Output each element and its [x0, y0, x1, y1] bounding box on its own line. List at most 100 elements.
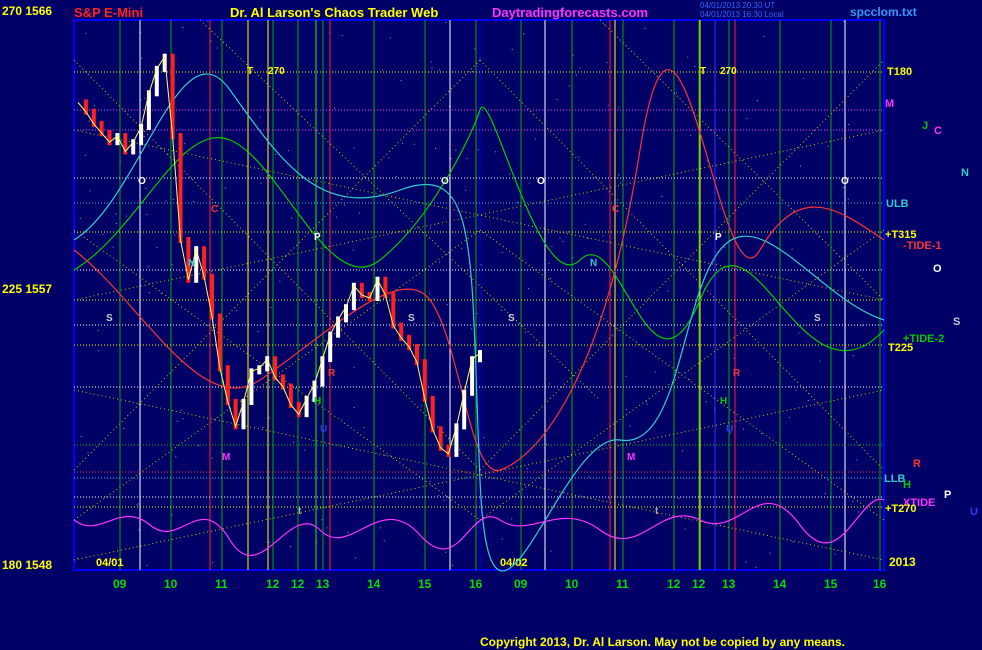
- right-label-n: N: [961, 167, 969, 179]
- price-bar: [454, 423, 459, 457]
- star-dot: [212, 562, 213, 564]
- star-dot: [381, 69, 383, 71]
- star-dot: [803, 77, 805, 79]
- right-label-t180: T180: [887, 66, 912, 78]
- star-dot: [535, 138, 537, 140]
- star-dot: [115, 213, 117, 215]
- x-tick-label: 10: [565, 577, 579, 591]
- star-dot: [559, 237, 561, 239]
- star-dot: [149, 292, 150, 294]
- star-dot: [354, 557, 356, 559]
- star-dot: [145, 187, 147, 189]
- right-label-t225: T225: [888, 342, 913, 354]
- star-dot: [807, 400, 809, 401]
- star-dot: [93, 104, 95, 106]
- star-dot: [87, 452, 89, 454]
- star-dot: [466, 157, 468, 159]
- star-dot: [431, 67, 433, 69]
- chart-marker-label: P: [715, 232, 722, 243]
- star-dot: [270, 307, 272, 309]
- star-dot: [165, 200, 167, 202]
- price-bar: [430, 395, 435, 433]
- star-dot: [79, 217, 81, 219]
- star-dot: [793, 209, 795, 211]
- star-dot: [572, 54, 574, 56]
- y-label-bottom: 180 1548: [2, 558, 53, 572]
- star-dot: [556, 98, 558, 100]
- right-label-s: S: [953, 316, 960, 328]
- star-dot: [435, 147, 436, 149]
- star-dot: [174, 234, 176, 236]
- star-dot: [526, 468, 528, 470]
- star-dot: [694, 66, 696, 67]
- star-dot: [483, 437, 485, 439]
- price-bar: [225, 365, 230, 405]
- star-dot: [689, 134, 691, 136]
- star-dot: [443, 499, 445, 501]
- star-dot: [471, 328, 473, 330]
- star-dot: [606, 62, 608, 64]
- star-dot: [791, 248, 793, 250]
- x-tick-label: 11: [215, 577, 228, 591]
- star-dot: [125, 215, 127, 217]
- star-dot: [578, 156, 580, 158]
- star-dot: [745, 561, 747, 563]
- chart-marker-label: U: [320, 424, 327, 435]
- star-dot: [143, 135, 145, 137]
- star-dot: [579, 67, 581, 69]
- star-dot: [524, 331, 526, 333]
- star-dot: [511, 518, 513, 520]
- chart-marker-label: t: [298, 506, 302, 517]
- star-dot: [184, 143, 186, 145]
- star-dot: [327, 469, 328, 471]
- star-dot: [824, 493, 826, 495]
- price-bar: [446, 444, 451, 457]
- star-dot: [743, 428, 745, 430]
- star-dot: [477, 149, 479, 151]
- chart-marker-label: S: [106, 313, 113, 324]
- star-dot: [88, 120, 90, 122]
- star-dot: [461, 248, 463, 250]
- star-dot: [719, 207, 721, 209]
- site-author-title: Dr. Al Larson's Chaos Trader Web: [230, 5, 439, 20]
- star-dot: [138, 529, 140, 531]
- star-dot: [287, 150, 289, 152]
- price-bar: [210, 273, 214, 320]
- star-dot: [517, 201, 519, 203]
- price-bar: [478, 350, 482, 363]
- price-bar: [233, 398, 238, 430]
- star-dot: [97, 350, 99, 352]
- star-dot: [304, 449, 306, 451]
- star-dot: [746, 118, 748, 120]
- star-dot: [293, 441, 294, 443]
- site-link[interactable]: Daytradingforecasts.com: [492, 5, 648, 20]
- star-dot: [843, 21, 845, 22]
- x-tick-label: 16: [873, 577, 887, 591]
- plot-border: [73, 19, 885, 571]
- star-dot: [137, 503, 139, 505]
- chart-marker-label: T: [700, 66, 706, 77]
- star-dot: [259, 116, 261, 118]
- price-bar: [146, 90, 151, 130]
- star-dot: [789, 386, 791, 388]
- star-dot: [141, 57, 143, 59]
- star-dot: [384, 454, 386, 456]
- star-dot: [236, 310, 238, 312]
- chart-title: S&P E-Mini: [74, 5, 144, 20]
- star-dot: [584, 223, 586, 225]
- star-dot: [827, 145, 829, 147]
- star-dot: [438, 69, 440, 71]
- star-dot: [798, 332, 800, 334]
- price-bar: [107, 130, 112, 146]
- star-dot: [429, 292, 430, 294]
- price-bar: [217, 313, 222, 372]
- star-dot: [626, 409, 628, 410]
- y-label-top: 270 1566: [2, 4, 53, 18]
- star-dot: [501, 310, 503, 311]
- price-bar: [422, 359, 427, 402]
- chart-marker-label: C: [211, 204, 218, 215]
- chart-marker-label: T: [247, 66, 253, 77]
- right-label-o: O: [933, 263, 942, 275]
- star-dot: [494, 151, 496, 153]
- star-dot: [661, 196, 663, 197]
